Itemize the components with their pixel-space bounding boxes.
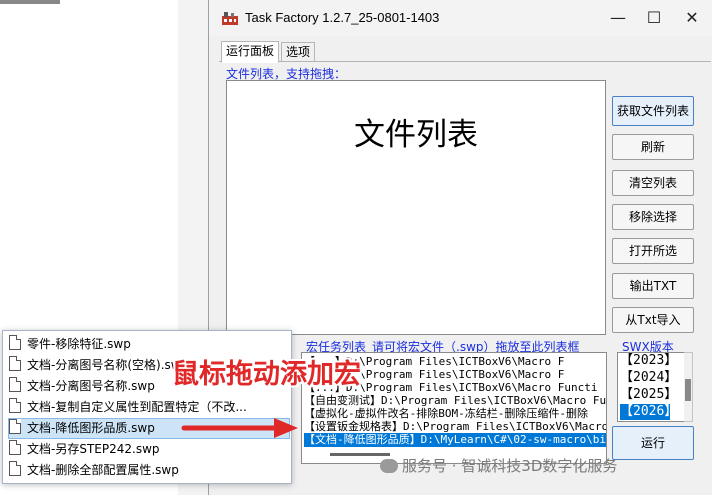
macro-row[interactable]: 【设置钣金规格表】D:\Program Files\ICTBoxV6\Macro [304,420,606,434]
tab-options[interactable]: 选项 [281,42,316,62]
background-explorer-header [0,0,60,4]
document-icon [9,419,21,434]
clear-list-button[interactable]: 清空列表 [612,170,694,196]
tab-run-panel[interactable]: 运行面板 [221,41,280,63]
document-icon [9,377,21,392]
annotation-caption: 鼠标拖动添加宏 [172,359,361,390]
drag-file-name: 文档-删除全部配置属性.swp [27,463,179,477]
macro-row[interactable]: 【自由变测试】D:\Program Files\ICTBoxV6\Macro F… [304,394,606,408]
remove-selected-button[interactable]: 移除选择 [612,204,694,230]
document-icon [9,335,21,350]
run-button[interactable]: 运行 [612,426,694,460]
drag-arrow-icon [181,418,298,438]
scrollbar-thumb[interactable] [685,379,691,401]
watermark: 服务号 · 智诚科技3D数字化服务 [380,455,617,476]
macro-row[interactable]: 【虚拟化-虚拟件改名-排除BOM-冻结栏-删除压缩件-删除 [304,407,588,421]
close-button[interactable]: ✕ [671,4,712,32]
drag-file-item[interactable]: 文档-另存STEP242.swp [9,440,289,459]
import-txt-button[interactable]: 从Txt导入 [612,307,694,333]
watermark-text: 服务号 · 智诚科技3D数字化服务 [402,457,618,475]
title-bar[interactable]: Task Factory 1.2.7_25-0801-1403 — ☐ ✕ [209,0,712,36]
swx-version-list[interactable]: 【2023】 【2024】 【2025】 【2026】 [617,352,685,422]
drag-file-name: 文档-降低图形品质.swp [27,421,155,435]
wechat-icon [380,459,398,473]
maximize-button[interactable]: ☐ [633,4,675,32]
drag-file-item[interactable]: 文档-复制自定义属性到配置特定（不改... [9,398,289,417]
drag-file-name: 文档-分离图号名称.swp [27,379,155,393]
refresh-button[interactable]: 刷新 [612,134,694,160]
macro-row-selected[interactable]: 【文档-降低图形品质】D:\MyLearn\C#\02-sw-macro\bin [304,433,606,447]
drag-file-name: 文档-分离图号名称(空格).swp [27,358,189,372]
file-list-placeholder: 文件列表 [354,117,478,153]
swx-version-item[interactable]: 【2024】 [620,370,677,386]
open-selected-button[interactable]: 打开所选 [612,238,694,264]
swx-version-item[interactable]: 【2025】 [620,387,677,403]
drag-file-name: 文档-另存STEP242.swp [27,442,160,456]
document-icon [9,356,21,371]
swx-version-item[interactable]: 【2023】 [620,353,677,369]
document-icon [9,461,21,476]
app-icon [222,12,238,25]
drag-file-item[interactable]: 文档-删除全部配置属性.swp [9,461,289,480]
file-list-box[interactable]: 文件列表 [226,80,606,335]
export-txt-button[interactable]: 输出TXT [612,273,694,299]
get-file-list-button[interactable]: 获取文件列表 [612,96,694,126]
swx-version-item-selected[interactable]: 【2026】 [620,404,677,420]
window-title: Task Factory 1.2.7_25-0801-1403 [245,10,440,25]
document-icon [9,398,21,413]
drag-file-name: 文档-复制自定义属性到配置特定（不改... [27,400,247,414]
drag-file-name: 零件-移除特征.swp [27,337,131,351]
document-icon [9,440,21,455]
swx-list-scrollbar[interactable] [684,352,693,422]
